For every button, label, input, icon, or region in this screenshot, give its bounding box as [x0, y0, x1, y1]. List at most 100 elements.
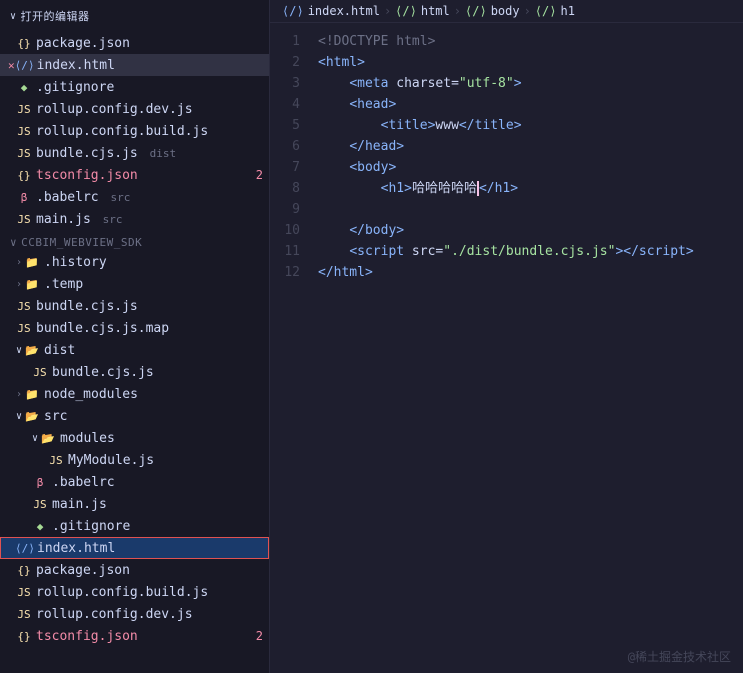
watermark: @稀土掘金技术社区: [628, 648, 731, 665]
html-icon: ⟨/⟩: [17, 57, 33, 73]
chevron-down-icon: ∨: [32, 433, 38, 444]
code-line-5: <title>www</title>: [318, 115, 743, 136]
section-ccbim: ∨ CCBIM_WEBVIEW_SDK: [0, 230, 269, 251]
file-babelrc-1[interactable]: β .babelrc src: [0, 186, 269, 208]
code-line-11: <script src="./dist/bundle.cjs.js"></scr…: [318, 241, 743, 262]
js-icon: JS: [16, 298, 32, 314]
open-file-name: index.html: [37, 58, 269, 73]
file-name: MyModule.js: [68, 453, 269, 468]
git-icon: ◆: [32, 518, 48, 534]
file-name: .babelrc: [52, 475, 269, 490]
tsconfig-badge: 2: [256, 168, 263, 182]
file-bundle-root[interactable]: JS bundle.cjs.js: [0, 295, 269, 317]
js-icon: JS: [32, 496, 48, 512]
sidebar: ∨ 打开的编辑器 {} package.json ✕ ⟨/⟩ index.htm…: [0, 0, 270, 673]
line-numbers: 123456 789101112: [270, 23, 310, 673]
file-index-html-highlighted[interactable]: ⟨/⟩ index.html: [0, 537, 269, 559]
file-mymodule[interactable]: JS MyModule.js: [0, 449, 269, 471]
file-main-src[interactable]: JS main.js: [0, 493, 269, 515]
file-main-1[interactable]: JS main.js src: [0, 208, 269, 230]
open-file-index-html[interactable]: ✕ ⟨/⟩ index.html: [0, 54, 269, 76]
folder-history[interactable]: › 📁 .history: [0, 251, 269, 273]
code-line-3: <meta charset="utf-8">: [318, 73, 743, 94]
folder-name: src: [44, 409, 269, 424]
breadcrumb-h1: h1: [561, 4, 575, 18]
code-line-4: <head>: [318, 94, 743, 115]
breadcrumb-sep2: ›: [454, 4, 461, 18]
folder-icon: 📂: [24, 342, 40, 358]
folder-icon: 📁: [24, 386, 40, 402]
open-file-name: package.json: [36, 36, 269, 51]
js-icon: JS: [16, 145, 32, 161]
file-gitignore-1[interactable]: ◆ .gitignore: [0, 76, 269, 98]
file-name: .babelrc src: [36, 190, 269, 205]
file-rollup-build-2[interactable]: JS rollup.config.build.js: [0, 581, 269, 603]
sidebar-scroll[interactable]: {} package.json ✕ ⟨/⟩ index.html ◆ .giti…: [0, 32, 269, 673]
breadcrumb-sep: ›: [384, 4, 391, 18]
file-package-json-2[interactable]: {} package.json: [0, 559, 269, 581]
js-icon: JS: [16, 211, 32, 227]
code-line-2: <html>: [318, 52, 743, 73]
breadcrumb-body: body: [491, 4, 520, 18]
breadcrumb-html-icon: ⟨/⟩: [282, 4, 304, 18]
js-icon: JS: [16, 123, 32, 139]
breadcrumb-html: html: [421, 4, 450, 18]
file-babelrc-src[interactable]: β .babelrc: [0, 471, 269, 493]
chevron-down-icon: ∨: [16, 345, 22, 356]
file-name: main.js: [52, 497, 269, 512]
file-name: .gitignore: [52, 519, 269, 534]
file-name: bundle.cjs.js: [36, 299, 269, 314]
folder-icon: 📂: [24, 408, 40, 424]
chevron-right-icon: ›: [16, 279, 22, 290]
folder-dist[interactable]: ∨ 📂 dist: [0, 339, 269, 361]
code-line-6: </head>: [318, 136, 743, 157]
folder-src[interactable]: ∨ 📂 src: [0, 405, 269, 427]
folder-modules[interactable]: ∨ 📂 modules: [0, 427, 269, 449]
file-name: bundle.cjs.js.map: [36, 321, 269, 336]
js-icon: JS: [16, 320, 32, 336]
sidebar-header: ∨ 打开的编辑器: [0, 0, 269, 32]
section-name: CCBIM_WEBVIEW_SDK: [21, 236, 142, 249]
folder-name: node_modules: [44, 387, 269, 402]
tsconfig-badge-2: 2: [256, 629, 263, 643]
code-area[interactable]: <!DOCTYPE html> <html> <meta charset="ut…: [310, 23, 743, 673]
code-line-9: [318, 199, 743, 220]
file-tsconfig-2[interactable]: {} tsconfig.json 2: [0, 625, 269, 647]
folder-name: .temp: [44, 277, 269, 292]
breadcrumb: ⟨/⟩ index.html › ⟨/⟩ html › ⟨/⟩ body › ⟨…: [270, 0, 743, 23]
folder-node-modules[interactable]: › 📁 node_modules: [0, 383, 269, 405]
editor-content[interactable]: 123456 789101112 <!DOCTYPE html> <html> …: [270, 23, 743, 673]
chevron-right-icon: ›: [16, 257, 22, 268]
file-bundle-map[interactable]: JS bundle.cjs.js.map: [0, 317, 269, 339]
file-rollup-dev[interactable]: JS rollup.config.dev.js: [0, 98, 269, 120]
breadcrumb-file: index.html: [308, 4, 380, 18]
js-icon: JS: [16, 584, 32, 600]
file-tsconfig-1[interactable]: {} tsconfig.json 2: [0, 164, 269, 186]
file-name: tsconfig.json: [36, 629, 256, 644]
file-bundle-dist2[interactable]: JS bundle.cjs.js: [0, 361, 269, 383]
file-bundle-dist[interactable]: JS bundle.cjs.js dist: [0, 142, 269, 164]
breadcrumb-h1-icon: ⟨/⟩: [535, 4, 557, 18]
html-icon: ⟨/⟩: [17, 540, 33, 556]
chevron-down-icon: ∨: [16, 411, 22, 422]
editor: ⟨/⟩ index.html › ⟨/⟩ html › ⟨/⟩ body › ⟨…: [270, 0, 743, 673]
json-icon: {}: [16, 35, 32, 51]
close-icon[interactable]: ✕: [8, 59, 15, 72]
folder-icon: 📁: [24, 276, 40, 292]
folder-temp[interactable]: › 📁 .temp: [0, 273, 269, 295]
chevron-right-icon: ›: [16, 389, 22, 400]
file-gitignore-src[interactable]: ◆ .gitignore: [0, 515, 269, 537]
open-file-package-json[interactable]: {} package.json: [0, 32, 269, 54]
file-name: index.html: [37, 541, 268, 556]
babel-icon: β: [32, 474, 48, 490]
js-icon: JS: [48, 452, 64, 468]
json-icon: {}: [16, 628, 32, 644]
breadcrumb-sep3: ›: [524, 4, 531, 18]
folder-name: modules: [60, 431, 269, 446]
code-line-10: </body>: [318, 220, 743, 241]
file-name: bundle.cjs.js: [52, 365, 269, 380]
file-name: rollup.config.build.js: [36, 585, 269, 600]
js-icon: JS: [32, 364, 48, 380]
file-rollup-dev-2[interactable]: JS rollup.config.dev.js: [0, 603, 269, 625]
file-rollup-build[interactable]: JS rollup.config.build.js: [0, 120, 269, 142]
